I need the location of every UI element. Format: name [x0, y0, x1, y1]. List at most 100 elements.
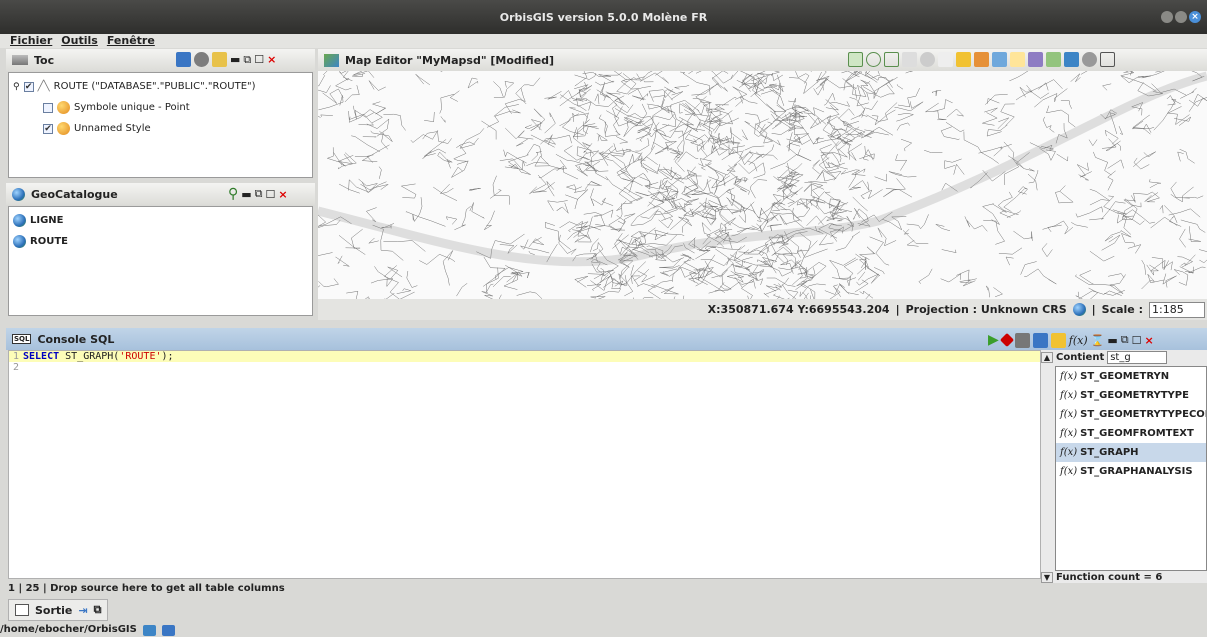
sql-function: ST_GRAPH(	[59, 351, 120, 362]
editor-line[interactable]: 2	[9, 362, 1040, 373]
road-segment	[900, 138, 913, 152]
menu-fichier[interactable]: Fichier	[10, 34, 52, 48]
export-icon[interactable]	[1064, 52, 1079, 67]
road-segment	[997, 117, 1010, 129]
info-icon[interactable]	[920, 52, 935, 67]
projection-globe-icon[interactable]	[1072, 303, 1086, 316]
maximize-panel-icon[interactable]: ☐	[254, 53, 264, 66]
close-window-button[interactable]: ×	[1189, 11, 1201, 23]
minimize-panel-icon[interactable]: ▬	[241, 188, 251, 201]
expand-icon[interactable]: ⚲	[13, 77, 20, 97]
road-segment	[946, 108, 965, 118]
close-panel-icon[interactable]: ×	[267, 53, 276, 66]
scroll-down-arrow-icon[interactable]: ▼	[1041, 571, 1053, 583]
menu-outils[interactable]: Outils	[61, 34, 98, 48]
style-checkbox[interactable]: ✔	[43, 123, 53, 134]
maximize-panel-icon[interactable]: ☐	[1132, 334, 1142, 347]
maximize-panel-icon[interactable]: ☐	[266, 188, 276, 201]
style-checkbox[interactable]	[43, 102, 53, 113]
editor-line[interactable]: 1 SELECT ST_GRAPH( 'ROUTE' );	[9, 351, 1040, 362]
menu-fenetre[interactable]: Fenêtre	[107, 34, 155, 48]
find-icon[interactable]	[1014, 332, 1030, 348]
function-item[interactable]: f(x) ST_GEOMETRYN	[1056, 367, 1206, 386]
minimize-button[interactable]	[1161, 11, 1173, 23]
road-segment	[630, 208, 659, 226]
zoom-in-icon[interactable]	[848, 52, 863, 67]
road-segment	[779, 208, 800, 226]
edit-icon[interactable]	[1046, 52, 1061, 67]
road-segment	[529, 174, 547, 195]
function-item[interactable]: f(x) ST_GEOMETRYTYPECODE	[1056, 405, 1206, 424]
catalog-item[interactable]: ROUTE	[13, 231, 308, 252]
zoom-out-icon[interactable]	[866, 52, 881, 67]
road-segment	[318, 252, 333, 256]
road-segment	[419, 254, 456, 265]
maximize-button[interactable]	[1175, 11, 1187, 23]
toc-layer-row[interactable]: ⚲ ✔ ╱╲ ROUTE ("DATABASE"."PUBLIC"."ROUTE…	[13, 76, 308, 97]
road-segment	[877, 227, 897, 247]
map-canvas[interactable]	[318, 71, 1207, 299]
road-segment	[992, 191, 1013, 213]
refresh-icon[interactable]	[194, 52, 209, 67]
road-segment	[838, 108, 855, 120]
detach-panel-icon[interactable]: ⧉	[255, 187, 263, 201]
pan-hand-icon[interactable]	[902, 52, 917, 67]
draw-icon[interactable]	[1028, 52, 1043, 67]
close-panel-icon[interactable]: ×	[278, 188, 287, 201]
search-icon[interactable]: ⚲	[228, 186, 238, 202]
toc-style-row[interactable]: ✔ Unnamed Style	[13, 118, 308, 139]
add-layer-icon[interactable]	[212, 52, 227, 67]
function-item[interactable]: f(x) ST_GRAPHANALYSIS	[1056, 462, 1206, 481]
clear-icon[interactable]	[999, 332, 1014, 348]
save-script-icon[interactable]	[1032, 332, 1048, 348]
selection-clear-icon[interactable]	[974, 52, 989, 67]
table-icon[interactable]	[992, 52, 1007, 67]
console-toolbar: ▶ f(x) ⌛ ▬ ⧉ ☐ ×	[988, 332, 1154, 348]
road-segment	[574, 148, 617, 177]
detach-panel-icon[interactable]: ⧉	[94, 603, 102, 617]
close-panel-icon[interactable]: ×	[1144, 334, 1153, 347]
workspace-icon[interactable]	[142, 624, 156, 636]
scroll-up-arrow-icon[interactable]: ▲	[1041, 352, 1053, 363]
functions-icon[interactable]: f(x)	[1069, 334, 1088, 347]
zoom-extent-icon[interactable]	[884, 52, 899, 67]
filter-input[interactable]: st_g	[1107, 351, 1168, 364]
timer-icon[interactable]: ⌛	[1091, 334, 1105, 347]
maximize-map-icon[interactable]	[1100, 52, 1115, 67]
road-segment	[731, 222, 755, 230]
detach-panel-icon[interactable]: ⧉	[1121, 333, 1129, 347]
open-script-icon[interactable]	[1050, 332, 1066, 348]
save-workspace-icon[interactable]	[161, 624, 175, 636]
app-footer: /home/ebocher/OrbisGIS	[0, 623, 1207, 637]
road-segment	[648, 89, 673, 102]
function-item[interactable]: f(x) ST_GEOMFROMTEXT	[1056, 424, 1206, 443]
function-item[interactable]: f(x) ST_GEOMETRYTYPE	[1056, 386, 1206, 405]
road-segment	[368, 80, 386, 91]
sql-editor[interactable]: 1 SELECT ST_GRAPH( 'ROUTE' ); 2	[8, 350, 1041, 579]
scale-input[interactable]: 1:185 762	[1149, 301, 1205, 318]
road-segment	[1107, 170, 1116, 191]
pin-icon[interactable]: ⇥	[78, 604, 87, 617]
minimize-panel-icon[interactable]: ▬	[1107, 334, 1117, 347]
select-arrow-icon[interactable]	[938, 52, 953, 67]
road-segment	[956, 269, 977, 282]
detach-panel-icon[interactable]: ⧉	[243, 53, 251, 67]
road-segment	[788, 71, 822, 95]
road-segment	[773, 283, 783, 288]
selection-tool-icon[interactable]	[956, 52, 971, 67]
execute-icon[interactable]: ▶	[988, 332, 999, 348]
save-icon[interactable]	[176, 52, 191, 67]
minimize-panel-icon[interactable]: ▬	[230, 53, 240, 66]
function-item[interactable]: f(x) ST_GRAPH	[1056, 443, 1206, 462]
measure-icon[interactable]	[1010, 52, 1025, 67]
output-tab[interactable]: Sortie ⇥ ⧉	[8, 599, 109, 621]
function-count: Function count = 6	[1056, 571, 1163, 583]
road-segment	[1162, 273, 1177, 288]
toc-style-row[interactable]: Symbole unique - Point	[13, 97, 308, 118]
catalog-item[interactable]: LIGNE	[13, 210, 308, 231]
road-segment	[1167, 98, 1182, 114]
road-segment	[804, 181, 828, 184]
road-segment	[744, 176, 749, 184]
refresh-map-icon[interactable]	[1082, 52, 1097, 67]
layer-checkbox[interactable]: ✔	[23, 81, 34, 92]
